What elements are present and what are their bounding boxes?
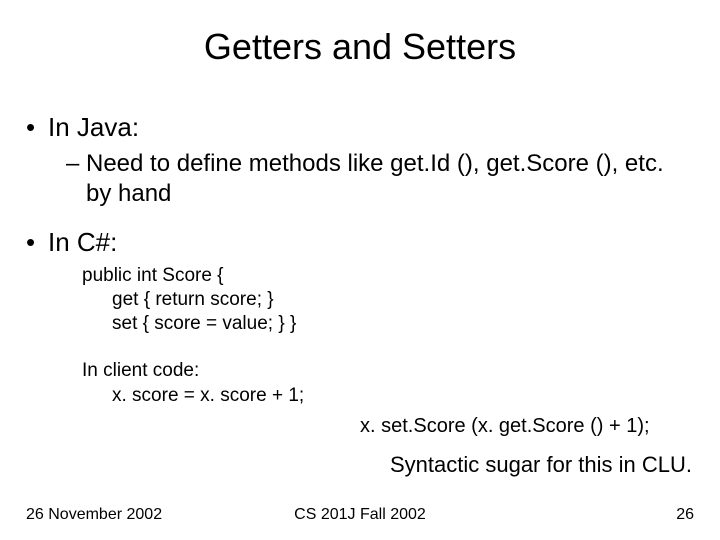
slide: Getters and Setters •In Java: –Need to d…	[0, 0, 720, 540]
code-line: get { return score; }	[112, 288, 694, 312]
client-code-line: x. score = x. score + 1;	[112, 384, 694, 409]
footer-page: 26	[676, 506, 694, 524]
dash-icon: –	[66, 149, 86, 179]
bullet-csharp: •In C#:	[26, 227, 694, 258]
bullet-dot-icon: •	[26, 227, 48, 258]
sugar-note: Syntactic sugar for this in CLU.	[390, 452, 692, 478]
code-line: set { score = value; } }	[112, 312, 694, 336]
bullet-java-sub: –Need to define methods like get.Id (), …	[86, 149, 674, 209]
bullet-java: •In Java:	[26, 112, 694, 143]
slide-title: Getters and Setters	[26, 26, 694, 68]
code-line: public int Score {	[82, 264, 694, 288]
client-code-block: In client code: x. score = x. score + 1;	[82, 359, 694, 408]
footer-course: CS 201J Fall 2002	[294, 506, 426, 524]
client-code-label: In client code:	[82, 359, 694, 384]
bullet-dot-icon: •	[26, 112, 48, 143]
bullet-java-sub-text: Need to define methods like get.Id (), g…	[86, 150, 664, 207]
footer: 26 November 2002 CS 201J Fall 2002 26	[0, 506, 720, 524]
bullet-java-heading: In Java:	[48, 112, 139, 142]
equivalent-call: x. set.Score (x. get.Score () + 1);	[360, 415, 650, 438]
bullet-csharp-heading: In C#:	[48, 227, 117, 257]
csharp-code-block: public int Score { get { return score; }…	[82, 264, 694, 335]
footer-date: 26 November 2002	[26, 506, 162, 524]
